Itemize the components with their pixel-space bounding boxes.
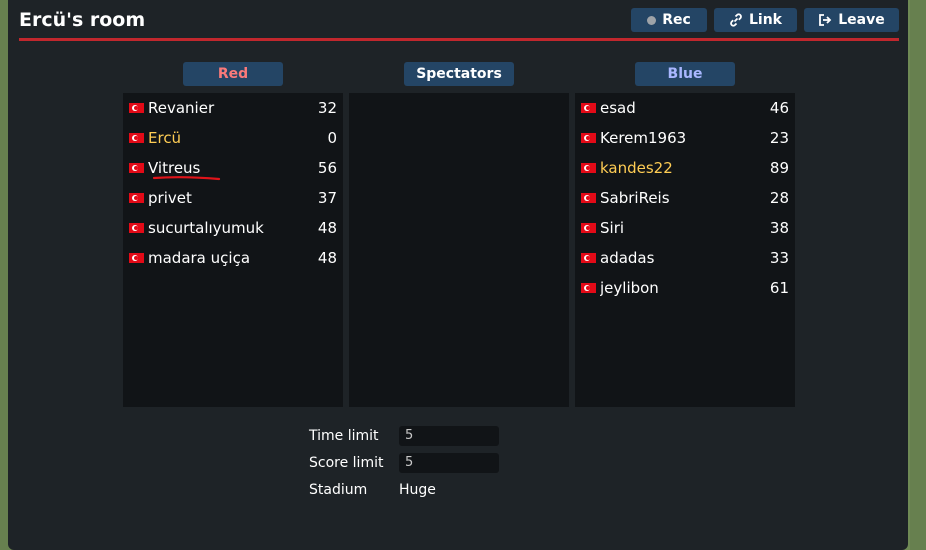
player-name: Revanier [148,99,215,117]
rec-label: Rec [662,12,691,28]
player-row[interactable]: Siri 38 [575,213,795,243]
turkey-flag-icon [581,253,596,263]
player-score: 56 [317,159,337,177]
blue-team-button[interactable]: Blue [635,62,735,86]
turkey-flag-icon [129,193,144,203]
player-name: madara uçiça [148,249,251,267]
player-row[interactable]: adadas 33 [575,243,795,273]
record-dot-icon [647,15,657,25]
player-score: 61 [769,279,789,297]
player-name: esad [600,99,636,117]
turkey-flag-icon [129,133,144,143]
score-limit-label: Score limit [309,454,384,471]
turkey-flag-icon [581,223,596,233]
room-dialog: Ercü's room Rec Link Leave Red Revanier … [8,0,908,550]
turkey-flag-icon [129,223,144,233]
player-row[interactable]: Ercü 0 [123,123,343,153]
player-row[interactable]: Kerem1963 23 [575,123,795,153]
player-name: Kerem1963 [600,129,687,147]
player-row[interactable]: Revanier 32 [123,93,343,123]
red-team-button[interactable]: Red [183,62,283,86]
turkey-flag-icon [581,193,596,203]
player-row[interactable]: kandes22 89 [575,153,795,183]
link-button[interactable]: Link [714,8,797,32]
player-row[interactable]: madara uçiça 48 [123,243,343,273]
turkey-flag-icon [129,163,144,173]
player-score: 32 [317,99,337,117]
room-settings: Time limit 5 Score limit 5 Stadium Huge [309,422,499,503]
stadium-value[interactable]: Huge [399,482,436,498]
rec-button[interactable]: Rec [631,8,707,32]
leave-button[interactable]: Leave [804,8,899,32]
room-title: Ercü's room [19,9,146,31]
player-score: 48 [317,249,337,267]
player-score: 23 [769,129,789,147]
turkey-flag-icon [581,283,596,293]
score-limit-row: Score limit 5 [309,449,499,476]
spectators-list[interactable] [349,93,569,407]
player-name: SabriReis [600,189,670,207]
player-name-admin: Ercü [148,129,182,147]
turkey-flag-icon [129,253,144,263]
time-limit-label: Time limit [309,427,379,444]
player-score: 28 [769,189,789,207]
stadium-label: Stadium [309,481,368,498]
player-score: 89 [769,159,789,177]
player-name: adadas [600,249,655,267]
time-limit-row: Time limit 5 [309,422,499,449]
player-name: Siri [600,219,625,237]
turkey-flag-icon [581,163,596,173]
link-label: Link [749,12,782,28]
player-row[interactable]: jeylibon 61 [575,273,795,303]
time-limit-field[interactable]: 5 [399,425,499,446]
player-row[interactable]: esad 46 [575,93,795,123]
player-name-admin: kandes22 [600,159,673,177]
player-score: 33 [769,249,789,267]
player-row[interactable]: Vitreus 56 [123,153,343,183]
turkey-flag-icon [129,103,144,113]
player-score: 38 [769,219,789,237]
red-team-list[interactable]: Revanier 32 Ercü 0 Vitreus 56 privet 37 [123,93,343,407]
player-score: 48 [317,219,337,237]
red-team-column: Red Revanier 32 Ercü 0 Vitreus 56 privet [123,62,343,407]
player-row[interactable]: privet 37 [123,183,343,213]
player-name: sucurtalıyumuk [148,219,264,237]
player-row[interactable]: SabriReis 28 [575,183,795,213]
player-name: privet [148,189,192,207]
stadium-row: Stadium Huge [309,476,499,503]
blue-team-list[interactable]: esad 46 Kerem1963 23 kandes22 89 SabriRe… [575,93,795,407]
spectators-column: Spectators [349,62,569,407]
score-limit-field[interactable]: 5 [399,452,499,473]
spectators-button[interactable]: Spectators [404,62,514,86]
player-name: jeylibon [600,279,659,297]
player-score: 46 [769,99,789,117]
link-icon [729,13,743,27]
turkey-flag-icon [581,133,596,143]
leave-label: Leave [838,12,885,28]
red-underline-mark [153,176,221,181]
player-score: 37 [317,189,337,207]
player-row[interactable]: sucurtalıyumuk 48 [123,213,343,243]
leave-icon [818,13,832,27]
turkey-flag-icon [581,103,596,113]
room-actions: Rec Link Leave [631,8,899,32]
player-score: 0 [327,129,337,147]
blue-team-column: Blue esad 46 Kerem1963 23 kandes22 89 Sa… [575,62,795,407]
title-divider [19,38,899,41]
